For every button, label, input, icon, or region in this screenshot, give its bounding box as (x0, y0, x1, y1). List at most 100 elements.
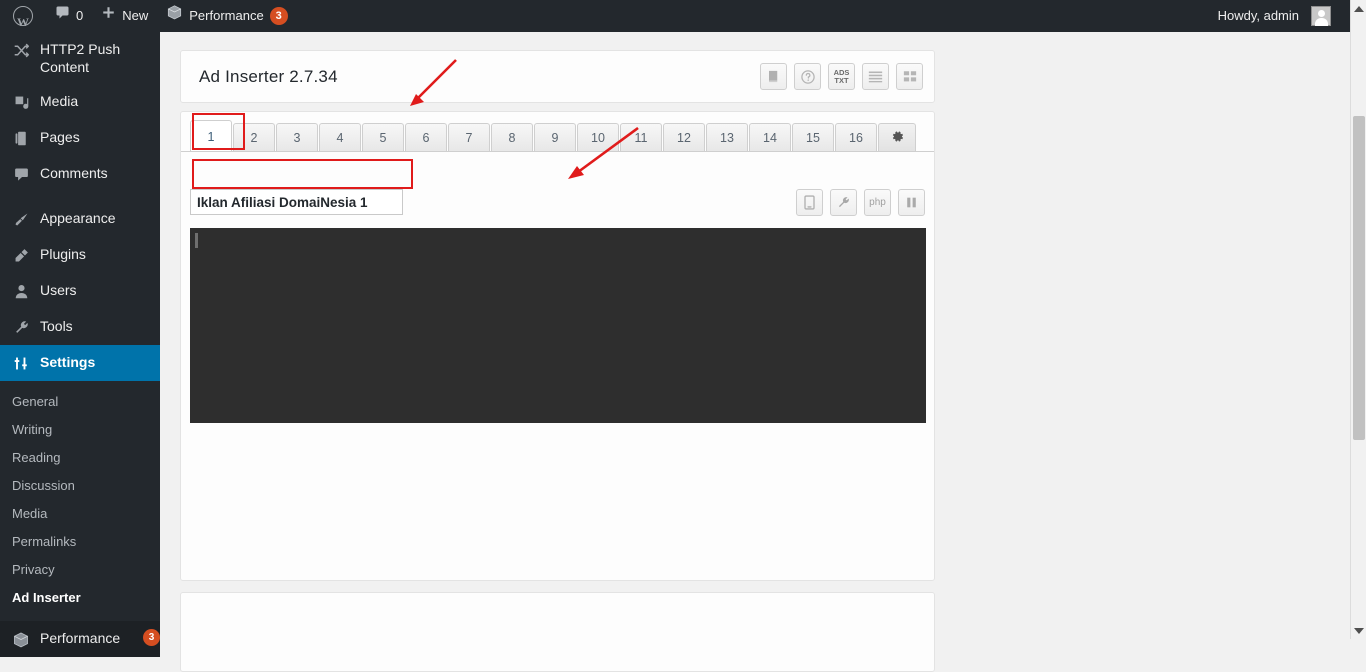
tab-label: 10 (591, 131, 605, 145)
sub-label: Discussion (12, 478, 75, 493)
admin-bar-item-new[interactable]: New (92, 0, 157, 32)
block-name-input[interactable] (190, 189, 403, 215)
sidebar-item-users[interactable]: Users (0, 273, 160, 309)
sub-label: Privacy (12, 562, 55, 577)
sub-label: Permalinks (12, 534, 77, 549)
sidebar-subitem-discussion[interactable]: Discussion (0, 472, 160, 500)
sub-label: Media (12, 506, 48, 521)
plugin-header-panel: Ad Inserter 2.7.34 ADS TXT (180, 50, 935, 103)
block-toolbar-icons: php (796, 188, 925, 216)
sidebar-item-settings[interactable]: Settings (0, 345, 168, 381)
scroll-down-icon[interactable] (1351, 622, 1366, 639)
sidebar-subitem-reading[interactable]: Reading (0, 444, 160, 472)
ads-txt-line2: TXT (834, 75, 849, 85)
tab-label: 4 (336, 131, 344, 145)
sub-label: Ad Inserter (12, 590, 81, 605)
list-view-icon[interactable] (862, 63, 889, 90)
gear-icon (890, 129, 905, 147)
sidebar-item-label: Plugins (40, 246, 86, 262)
howdy-label: Howdy, admin (1217, 8, 1299, 23)
tab-label: 8 (508, 131, 516, 145)
new-content-label: New (122, 8, 149, 23)
sidebar-subitem-ad-inserter[interactable]: Ad Inserter (0, 584, 160, 612)
sidebar-item-performance[interactable]: Performance 3 (0, 621, 160, 657)
settings-submenu: General Writing Reading Discussion Media… (0, 381, 160, 621)
performance-icon (11, 629, 31, 649)
tab-block-4[interactable]: 4 (319, 123, 361, 152)
tab-label: 14 (763, 131, 777, 145)
block-tabs: 1 2 3 4 5 6 7 8 9 10 11 12 13 14 15 16 (190, 120, 917, 152)
ads-txt-icon[interactable]: ADS TXT (828, 63, 855, 90)
sidebar-item-media[interactable]: Media (0, 84, 160, 120)
device-tablet-icon[interactable] (796, 188, 823, 216)
sidebar-subitem-permalinks[interactable]: Permalinks (0, 528, 160, 556)
tab-block-6[interactable]: 6 (405, 123, 447, 152)
admin-sidebar-menu: HTTP2 Push Content Media Pages Comments (0, 32, 168, 657)
tab-label: 7 (465, 131, 473, 145)
sidebar-performance-badge: 3 (143, 629, 160, 646)
sub-label: General (12, 394, 59, 409)
tab-block-16[interactable]: 16 (835, 123, 877, 152)
performance-icon (166, 0, 183, 32)
tab-label: 5 (379, 131, 387, 145)
tab-block-2[interactable]: 2 (233, 123, 275, 152)
tab-plugin-settings[interactable] (878, 123, 916, 152)
comment-icon (55, 0, 70, 32)
sidebar-item-comments[interactable]: Comments (0, 156, 160, 192)
wordpress-logo-icon[interactable] (0, 0, 46, 38)
sidebar-subitem-media[interactable]: Media (0, 500, 160, 528)
comments-count: 0 (76, 8, 84, 23)
header-icon-toolbar: ADS TXT (760, 63, 923, 90)
sidebar-item-label: Performance (40, 630, 121, 646)
main-content-area: Ad Inserter 2.7.34 ADS TXT 1 2 3 4 5 6 7… (160, 32, 1350, 672)
sidebar-subitem-privacy[interactable]: Privacy (0, 556, 160, 584)
admin-bar-item-performance[interactable]: Performance 3 (157, 0, 296, 32)
tab-block-8[interactable]: 8 (491, 123, 533, 152)
scroll-up-icon[interactable] (1351, 0, 1366, 17)
tab-label: 2 (250, 131, 258, 145)
tab-block-10[interactable]: 10 (577, 123, 619, 152)
tab-block-15[interactable]: 15 (792, 123, 834, 152)
admin-bar-item-comments[interactable]: 0 (46, 0, 92, 32)
sidebar-separator (0, 192, 160, 201)
tab-label: 12 (677, 131, 691, 145)
tab-block-13[interactable]: 13 (706, 123, 748, 152)
block-code-editor[interactable] (190, 228, 926, 423)
sidebar-item-tools[interactable]: Tools (0, 309, 160, 345)
tab-block-1[interactable]: 1 (190, 120, 232, 152)
comments-icon (11, 164, 31, 184)
tab-block-9[interactable]: 9 (534, 123, 576, 152)
php-code-icon[interactable]: php (864, 188, 891, 216)
sidebar-subitem-general[interactable]: General (0, 388, 160, 416)
tools-wrench-icon[interactable] (830, 188, 857, 216)
secondary-panel (180, 592, 935, 672)
tab-block-14[interactable]: 14 (749, 123, 791, 152)
performance-label: Performance (189, 8, 264, 23)
tab-block-3[interactable]: 3 (276, 123, 318, 152)
scroll-thumb[interactable] (1353, 116, 1365, 440)
sidebar-item-http2-push-content[interactable]: HTTP2 Push Content (0, 32, 160, 84)
documentation-book-icon[interactable] (760, 63, 787, 90)
tab-block-12[interactable]: 12 (663, 123, 705, 152)
howdy-menu[interactable]: Howdy, admin (1209, 0, 1340, 32)
sidebar-item-appearance[interactable]: Appearance (0, 201, 160, 237)
wrench-icon (11, 317, 31, 337)
sidebar-item-pages[interactable]: Pages (0, 120, 160, 156)
sidebar-item-label: Comments (40, 165, 108, 181)
shuffle-icon (11, 40, 31, 60)
sidebar-item-label: Pages (40, 129, 80, 145)
grid-view-icon[interactable] (896, 63, 923, 90)
tab-block-5[interactable]: 5 (362, 123, 404, 152)
help-question-icon[interactable] (794, 63, 821, 90)
pause-disable-icon[interactable] (898, 188, 925, 216)
browser-scrollbar[interactable] (1350, 0, 1366, 639)
pages-icon (11, 128, 31, 148)
paintbrush-icon (11, 209, 31, 229)
sidebar-item-plugins[interactable]: Plugins (0, 237, 160, 273)
sidebar-subitem-writing[interactable]: Writing (0, 416, 160, 444)
tab-block-11[interactable]: 11 (620, 123, 662, 152)
sidebar-bottom-group: Performance 3 (0, 621, 160, 657)
admin-bar: 0 New Performance 3 Howdy, admin (0, 0, 1366, 38)
user-icon (11, 281, 31, 301)
tab-block-7[interactable]: 7 (448, 123, 490, 152)
